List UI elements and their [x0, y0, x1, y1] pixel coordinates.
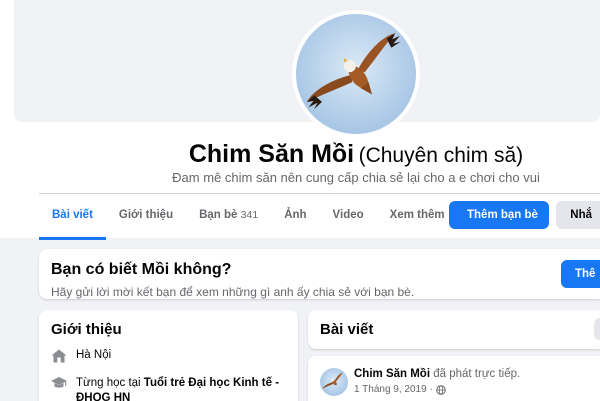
tab-about[interactable]: Giới thiệu: [106, 194, 186, 238]
intro-card: Giới thiệu Hà Nội Từng học tại Tuổi trẻ …: [39, 310, 298, 401]
intro-location-text: Hà Nội: [76, 349, 112, 361]
tab-posts[interactable]: Bài viết: [39, 194, 106, 240]
tab-videos-label: Video: [332, 209, 364, 221]
post-date[interactable]: 1 Tháng 9, 2019: [354, 384, 427, 395]
message-button[interactable]: Nhắ: [556, 201, 600, 229]
globe-icon: [436, 384, 446, 395]
posts-header-card: Bài viết: [308, 310, 600, 349]
tab-friends[interactable]: Bạn bè 341: [186, 194, 271, 238]
graduation-cap-icon: [51, 377, 67, 388]
tab-more-label: Xem thêm: [389, 209, 445, 221]
profile-avatar[interactable]: [292, 10, 420, 138]
post-card: Chim Săn Mồi đã phát trực tiếp. 1 Tháng …: [308, 356, 600, 401]
post-author-name[interactable]: Chim Săn Mồi: [354, 368, 430, 380]
suggestion-add-friend-button[interactable]: Thê: [561, 260, 600, 288]
post-action: đã phát trực tiếp.: [433, 368, 521, 380]
profile-tabs: Bài viết Giới thiệu Bạn bè 341 Ảnh Video…: [39, 194, 471, 240]
eagle-image: [306, 33, 401, 110]
intro-study-prefix: Từng học tại: [76, 377, 144, 389]
friend-suggestion-card: Bạn có biết Mồi không? Hãy gửi lời mời k…: [39, 249, 600, 299]
message-label: Nhắ: [570, 209, 592, 221]
tab-photos[interactable]: Ảnh: [271, 194, 319, 238]
profile-name: Chim Săn Mồi: [188, 140, 355, 168]
post-author-avatar[interactable]: [320, 368, 348, 396]
intro-location: Hà Nội: [51, 349, 111, 363]
add-friend-button[interactable]: Thêm bạn bè: [449, 201, 549, 229]
profile-header: Chim Săn Mồi (Chuyên chim să) Đam mê chi…: [0, 0, 600, 240]
profile-name-row: Chim Săn Mồi (Chuyên chim să): [0, 140, 600, 169]
post-meta-separator: ·: [429, 384, 433, 395]
tab-about-label: Giới thiệu: [118, 209, 174, 221]
profile-bio: Đam mê chim săn nên cung cấp chia sẻ lại…: [172, 170, 540, 185]
friends-count: 341: [240, 209, 259, 221]
suggestion-button-label: Thê: [575, 268, 596, 280]
filters-button[interactable]: [594, 318, 600, 340]
intro-title: Giới thiệu: [51, 321, 122, 338]
suggestion-subtitle: Hãy gửi lời mời kết bạn để xem những gì …: [51, 285, 415, 299]
add-friend-label: Thêm bạn bè: [467, 209, 538, 221]
profile-alt-name: (Chuyên chim să): [358, 144, 524, 167]
intro-education: Từng học tại Tuổi trẻ Đại học Kinh tế - …: [51, 376, 291, 401]
post-header-text: Chim Săn Mồi đã phát trực tiếp.: [354, 368, 520, 380]
post-meta: 1 Tháng 9, 2019 ·: [354, 384, 446, 395]
tab-posts-label: Bài viết: [52, 209, 93, 221]
posts-title: Bài viết: [320, 321, 374, 338]
tab-friends-label: Bạn bè: [199, 209, 238, 221]
tab-photos-label: Ảnh: [284, 209, 307, 221]
tab-videos[interactable]: Video: [320, 194, 377, 238]
home-icon: [51, 349, 67, 363]
suggestion-title: Bạn có biết Mồi không?: [51, 261, 232, 278]
eagle-image: [322, 372, 344, 389]
